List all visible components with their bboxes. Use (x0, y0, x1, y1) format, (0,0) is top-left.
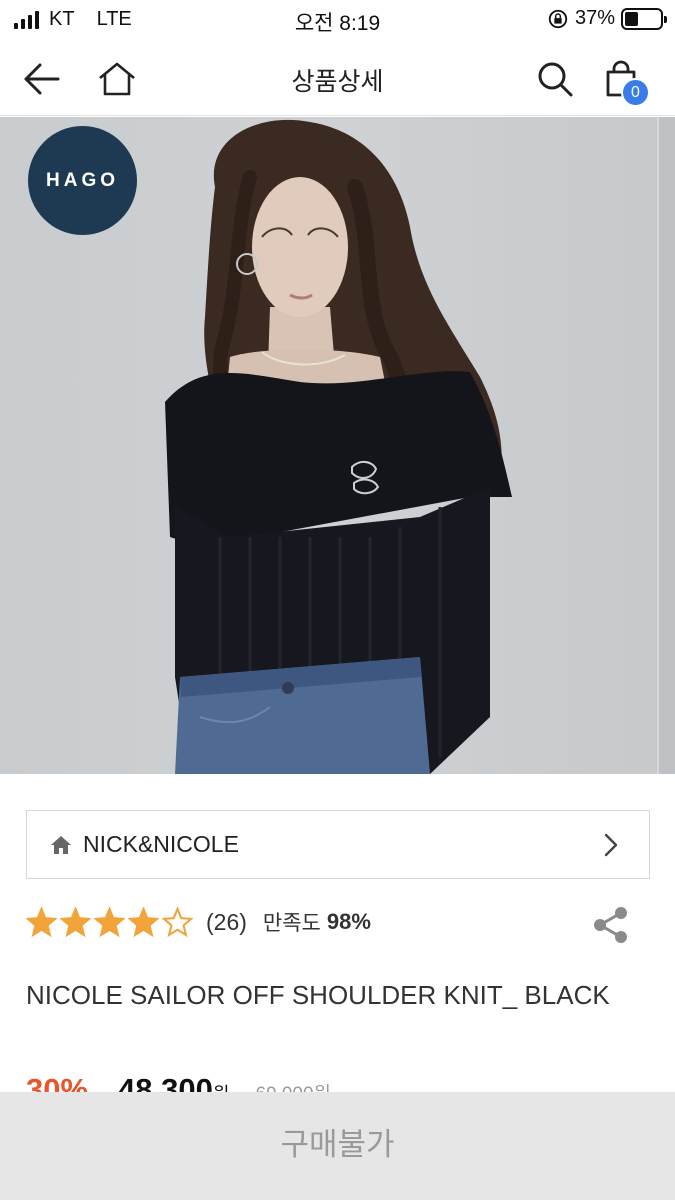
brand-home-icon (51, 835, 71, 854)
search-button[interactable] (534, 58, 576, 100)
search-icon (538, 62, 573, 97)
product-name: NICOLE SAILOR OFF SHOULDER KNIT_ BLACK (26, 980, 610, 1010)
satisfaction-value: 98% (326, 909, 371, 934)
chevron-right-icon (604, 833, 618, 857)
share-button[interactable] (590, 904, 632, 946)
star-full-icon (60, 906, 91, 937)
status-right: 37% (547, 7, 667, 30)
purchase-bar[interactable]: 구매불가 (0, 1092, 675, 1200)
status-bar: KT LTE 오전 8:19 37% (0, 0, 675, 40)
rotation-lock-icon (548, 9, 568, 28)
app-header: 상품상세 (0, 40, 675, 116)
rating-row[interactable]: (26) 만족도 98% (26, 902, 371, 942)
cart-count-badge[interactable]: 0 (621, 78, 650, 107)
hago-logo: HAGO (28, 126, 137, 235)
battery-percent: 37% (574, 7, 615, 29)
next-image-edge (657, 117, 675, 774)
star-rating (26, 906, 196, 938)
brand-link[interactable]: NICK&NICOLE (26, 810, 650, 879)
battery-icon (621, 7, 667, 30)
star-half-icon (162, 906, 193, 937)
star-full-icon (26, 906, 57, 937)
share-icon (594, 907, 627, 943)
battery-fill (625, 11, 638, 26)
star-full-icon (94, 906, 125, 937)
satisfaction-label: 만족도 (262, 912, 321, 935)
brand-name: NICK&NICOLE (83, 831, 239, 857)
purchase-unavailable-button[interactable]: 구매불가 (280, 1119, 394, 1164)
review-count[interactable]: (26) (206, 909, 247, 936)
star-full-icon (128, 906, 159, 937)
